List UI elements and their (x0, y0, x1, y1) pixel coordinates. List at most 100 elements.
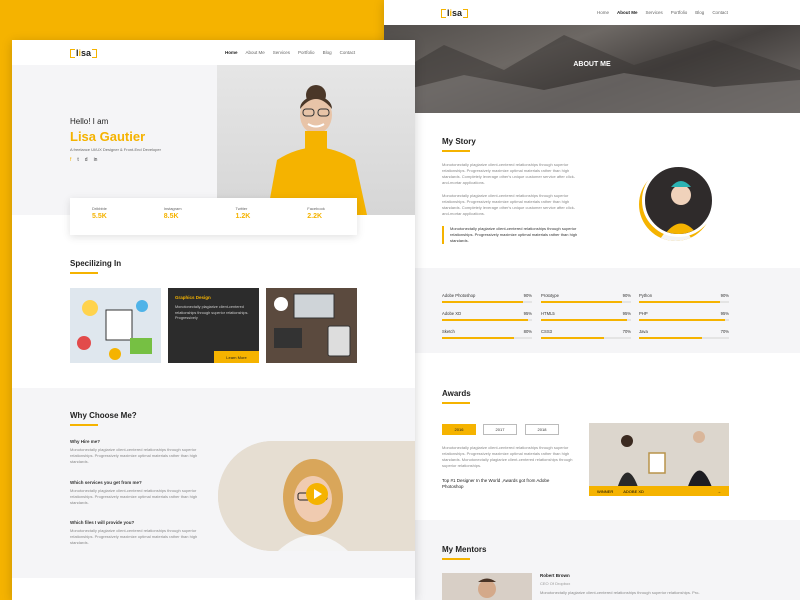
year-tab-2016[interactable]: 2016 (442, 424, 476, 435)
home-page-mockup: l i sa Home About Me Services Portfolio Bl… (12, 40, 415, 600)
skill-item: HTML5 95% (541, 311, 631, 321)
linkedin-icon[interactable]: in (94, 157, 98, 163)
story-section: My Story (442, 137, 476, 152)
faq-item: Which services you get from me? Monotone… (70, 480, 210, 506)
skill-progress (442, 301, 523, 303)
nav-item-services[interactable]: Services (273, 50, 290, 55)
nav-item-about[interactable]: About Me (617, 10, 638, 15)
about-page-mockup: l i sa Home About Me Services Portfolio Bl… (384, 0, 800, 600)
web-design-image (70, 288, 161, 363)
year-tab-2017[interactable]: 2017 (483, 424, 517, 435)
mentor-role: CEO Of Dropbox (540, 581, 571, 586)
award-badge: WINNER ADOBE XD → (589, 486, 729, 496)
skill-item: Adobe Photoshop 90% (442, 293, 532, 303)
hero-subtitle: A freelance UI/UX Designer & Front-End D… (70, 147, 161, 152)
why-title: Why Choose Me? (70, 411, 137, 420)
awards-highlight: Top #1 Designer In the World ,Awards got… (442, 478, 550, 489)
skill-progress (639, 337, 702, 339)
twitter-icon[interactable]: t (77, 157, 78, 163)
card-text: Monotonectally plagiarize client-centere… (175, 305, 249, 320)
story-paragraph-2: Monotonectally plagiarize client-centere… (442, 193, 576, 216)
mentor-name: Robert Brown (540, 573, 570, 578)
stat-dribbble: Dribbble 5.5K (92, 206, 107, 220)
faq-item: Which files I will provide you? Monotone… (70, 520, 210, 546)
social-links: f t d in (70, 157, 97, 163)
social-stats-card: Dribbble 5.5K Instagram 8.5K Twitter 1.2K F… (70, 198, 357, 235)
skill-item: Python 90% (639, 293, 729, 303)
nav-item-blog[interactable]: Blog (323, 50, 332, 55)
nav-item-home[interactable]: Home (597, 10, 609, 15)
nav-item-contact[interactable]: Contact (340, 50, 356, 55)
faq-question: Which services you get from me? (70, 480, 142, 485)
skill-item: PHP 95% (639, 311, 729, 321)
title-underline (442, 150, 470, 152)
nav-item-services[interactable]: Services (646, 10, 663, 15)
awards-text: Monotonectally plagiarize client-centere… (442, 445, 573, 468)
specializing-heading: Specilizing In (70, 259, 121, 274)
stat-twitter: Twitter 1.2K (235, 206, 251, 220)
card-title: Graphics Design (175, 295, 211, 300)
faq-question: Why Hire me? (70, 439, 101, 444)
specialty-card-web-design[interactable] (70, 288, 161, 363)
title-underline (70, 272, 98, 274)
hero-photo (217, 65, 415, 215)
faq-answer: Monotonectally plagiarize client-centere… (70, 528, 198, 545)
skill-item: CSS3 70% (541, 329, 631, 339)
story-title: My Story (442, 137, 476, 146)
skill-progress (541, 301, 622, 303)
top-nav: l i sa Home About Me Services Portfolio Bl… (12, 40, 415, 65)
mentor-photo (442, 573, 532, 600)
site-logo[interactable]: l i sa (70, 48, 98, 58)
nav-menu: Home About Me Services Portfolio Blog Co… (597, 10, 728, 15)
skill-item: Java 70% (639, 329, 729, 339)
play-icon[interactable] (306, 483, 328, 505)
stat-instagram: Instagram 8.5K (163, 206, 182, 220)
skill-progress (639, 301, 720, 303)
arrow-right-icon[interactable]: → (717, 489, 721, 494)
mentors-title: My Mentors (442, 545, 487, 554)
skill-progress (442, 319, 528, 321)
dribbble-icon[interactable]: d (85, 157, 88, 163)
page-banner (384, 25, 800, 113)
intro-video[interactable] (218, 441, 415, 551)
facebook-icon[interactable]: f (70, 157, 71, 163)
year-tab-2018[interactable]: 2018 (525, 424, 559, 435)
title-underline (70, 424, 98, 426)
faq-item: Why Hire me? Monotonectally plagiarize c… (70, 439, 210, 465)
skill-progress (541, 319, 627, 321)
story-paragraph-1: Monotonectally plagiarize client-centere… (442, 162, 576, 185)
skill-item: Adobe XD 95% (442, 311, 532, 321)
specialty-card-graphics[interactable]: Graphics Design Monotonectally plagiariz… (168, 288, 259, 363)
mentor-text: Monotonectally plagiarize client-centere… (540, 590, 700, 595)
nav-item-about[interactable]: About Me (246, 50, 265, 55)
story-quote: Monotonectally plagiarize client-centere… (442, 226, 584, 244)
woman-portrait (267, 85, 367, 215)
skill-progress (541, 337, 604, 339)
skill-progress (639, 319, 725, 321)
title-underline (442, 558, 470, 560)
nav-item-portfolio[interactable]: Portfolio (671, 10, 688, 15)
nav-item-contact[interactable]: Contact (712, 10, 728, 15)
specialty-card-workspace[interactable] (266, 288, 357, 363)
skill-progress (442, 337, 514, 339)
skill-item: Sketch 80% (442, 329, 532, 339)
learn-more-button[interactable]: Learn More (214, 351, 259, 363)
nav-item-home[interactable]: Home (225, 50, 238, 55)
nav-item-blog[interactable]: Blog (695, 10, 704, 15)
top-nav: l i sa Home About Me Services Portfolio Bl… (384, 0, 800, 25)
nav-menu: Home About Me Services Portfolio Blog Co… (225, 50, 355, 55)
stat-facebook: Facebook 2.2K (307, 206, 325, 220)
faq-question: Which files I will provide you? (70, 520, 135, 525)
site-logo[interactable]: l i sa (441, 8, 469, 18)
story-photo-dark (642, 164, 715, 237)
nav-item-portfolio[interactable]: Portfolio (298, 50, 315, 55)
awards-title: Awards (442, 389, 471, 398)
workspace-image (266, 288, 357, 363)
mentors-heading: My Mentors (442, 545, 486, 560)
mentor-image (478, 578, 496, 598)
faq-answer: Monotonectally plagiarize client-centere… (70, 447, 198, 464)
title-underline (442, 402, 470, 404)
hero-greeting: Hello! I am (70, 117, 109, 126)
skill-item: Prototype 90% (541, 293, 631, 303)
awards-heading: Awards (442, 389, 471, 404)
